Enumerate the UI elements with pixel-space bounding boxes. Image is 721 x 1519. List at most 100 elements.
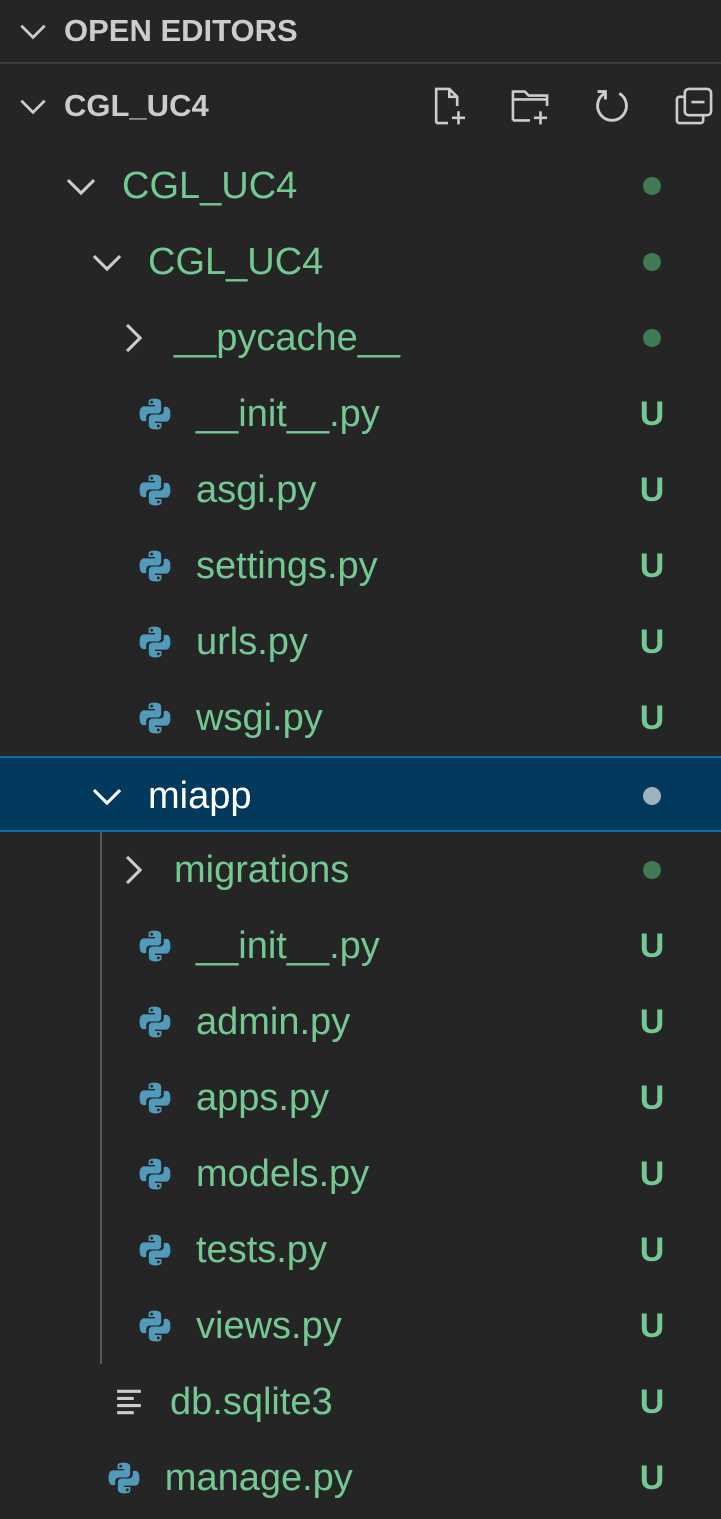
tree-folder-row[interactable]: __pycache__ bbox=[0, 300, 721, 376]
tree-file-row[interactable]: manage.py U bbox=[0, 1440, 721, 1516]
chevron-down-icon bbox=[16, 14, 50, 48]
untracked-badge: U bbox=[639, 470, 665, 509]
untracked-badge: U bbox=[639, 1230, 665, 1269]
tree-folder-row[interactable]: CGL_UC4 bbox=[0, 148, 721, 224]
python-file-icon bbox=[105, 1459, 143, 1497]
untracked-badge: U bbox=[639, 1382, 665, 1421]
untracked-badge: U bbox=[639, 546, 665, 585]
chevron-down-icon bbox=[16, 89, 50, 123]
tree-file-row[interactable]: urls.py U bbox=[0, 604, 721, 680]
untracked-badge: U bbox=[639, 926, 665, 965]
tree-item-label: manage.py bbox=[164, 1456, 353, 1499]
tree-row-content: manage.py bbox=[105, 1440, 353, 1516]
python-file-icon bbox=[136, 623, 174, 661]
tree-item-label: asgi.py bbox=[196, 468, 317, 511]
tree-file-row[interactable]: admin.py U bbox=[0, 984, 721, 1060]
tree-item-label: urls.py bbox=[196, 620, 308, 663]
tree-file-row[interactable]: apps.py U bbox=[0, 1060, 721, 1136]
tree-file-row[interactable]: views.py U bbox=[0, 1288, 721, 1364]
status-dot bbox=[643, 787, 661, 805]
tree-file-row[interactable]: __init__.py U bbox=[0, 376, 721, 452]
tree-row-content: miapp bbox=[88, 758, 252, 834]
status-dot bbox=[643, 861, 661, 879]
modified-dot bbox=[637, 148, 667, 224]
chevron-down-icon bbox=[88, 777, 126, 815]
tree-row-content: models.py bbox=[136, 1136, 369, 1212]
chevron-down-icon bbox=[62, 167, 100, 205]
text-file-icon bbox=[110, 1383, 148, 1421]
tree-row-content: views.py bbox=[136, 1288, 342, 1364]
untracked-badge: U bbox=[639, 1078, 665, 1117]
tree-item-label: settings.py bbox=[196, 544, 378, 587]
tree-row-content: apps.py bbox=[136, 1060, 329, 1136]
refresh-icon[interactable] bbox=[591, 85, 633, 127]
tree-item-label: CGL_UC4 bbox=[148, 240, 324, 283]
modified-dot bbox=[637, 758, 667, 834]
tree-row-content: db.sqlite3 bbox=[110, 1364, 333, 1440]
python-file-icon bbox=[136, 1079, 174, 1117]
untracked-badge: U bbox=[639, 394, 665, 433]
python-file-icon bbox=[136, 1155, 174, 1193]
python-file-icon bbox=[136, 395, 174, 433]
tree-folder-row[interactable]: CGL_UC4 bbox=[0, 224, 721, 300]
tree-row-content: asgi.py bbox=[136, 452, 316, 528]
status-dot bbox=[643, 253, 661, 271]
tree-file-row[interactable]: models.py U bbox=[0, 1136, 721, 1212]
tree-folder-row[interactable]: migrations bbox=[0, 832, 721, 908]
tree-item-label: migrations bbox=[174, 848, 350, 891]
tree-row-content: __init__.py bbox=[136, 376, 380, 452]
status-dot bbox=[643, 329, 661, 347]
tree-row-content: CGL_UC4 bbox=[62, 148, 297, 224]
python-file-icon bbox=[136, 1003, 174, 1041]
collapse-all-icon[interactable] bbox=[673, 85, 715, 127]
tree-item-label: __init__.py bbox=[196, 924, 380, 967]
tree-file-row[interactable]: asgi.py U bbox=[0, 452, 721, 528]
tree-file-row[interactable]: db.sqlite3 U bbox=[0, 1364, 721, 1440]
tree-item-label: apps.py bbox=[196, 1076, 330, 1119]
workspace-title: CGL_UC4 bbox=[64, 88, 209, 123]
new-folder-icon[interactable] bbox=[509, 85, 551, 127]
modified-dot bbox=[637, 224, 667, 300]
modified-dot bbox=[637, 300, 667, 376]
chevron-down-icon bbox=[88, 243, 126, 281]
untracked-badge: U bbox=[639, 698, 665, 737]
chevron-right-icon bbox=[114, 851, 152, 889]
python-file-icon bbox=[136, 927, 174, 965]
indent-guide bbox=[100, 832, 102, 1364]
tree-row-content: settings.py bbox=[136, 528, 378, 604]
tree-row-content: wsgi.py bbox=[136, 680, 323, 756]
untracked-badge: U bbox=[639, 622, 665, 661]
python-file-icon bbox=[136, 471, 174, 509]
tree-file-row[interactable]: __init__.py U bbox=[0, 908, 721, 984]
tree-folder-row[interactable]: miapp bbox=[0, 756, 721, 832]
untracked-badge: U bbox=[639, 1306, 665, 1345]
python-file-icon bbox=[136, 699, 174, 737]
explorer-toolbar bbox=[427, 68, 721, 144]
tree-row-content: urls.py bbox=[136, 604, 308, 680]
tree-file-row[interactable]: settings.py U bbox=[0, 528, 721, 604]
status-dot bbox=[643, 177, 661, 195]
untracked-badge: U bbox=[639, 1002, 665, 1041]
tree-item-label: db.sqlite3 bbox=[170, 1380, 333, 1423]
tree-item-label: CGL_UC4 bbox=[122, 164, 298, 207]
tree-file-row[interactable]: wsgi.py U bbox=[0, 680, 721, 756]
tree-item-label: views.py bbox=[196, 1304, 342, 1347]
workspace-header[interactable]: CGL_UC4 bbox=[0, 68, 721, 144]
python-file-icon bbox=[136, 547, 174, 585]
tree-row-content: tests.py bbox=[136, 1212, 327, 1288]
tree-item-label: __pycache__ bbox=[174, 316, 401, 359]
tree-item-label: wsgi.py bbox=[196, 696, 323, 739]
tree-row-content: CGL_UC4 bbox=[88, 224, 323, 300]
open-editors-title: OPEN EDITORS bbox=[64, 13, 298, 48]
new-file-icon[interactable] bbox=[427, 85, 469, 127]
python-file-icon bbox=[136, 1231, 174, 1269]
tree-row-content: __pycache__ bbox=[114, 300, 400, 376]
untracked-badge: U bbox=[639, 1154, 665, 1193]
chevron-right-icon bbox=[114, 319, 152, 357]
open-editors-header[interactable]: OPEN EDITORS bbox=[0, 0, 721, 64]
python-file-icon bbox=[136, 1307, 174, 1345]
tree-item-label: tests.py bbox=[196, 1228, 327, 1271]
tree-item-label: __init__.py bbox=[196, 392, 380, 435]
tree-file-row[interactable]: tests.py U bbox=[0, 1212, 721, 1288]
tree-item-label: models.py bbox=[196, 1152, 370, 1195]
